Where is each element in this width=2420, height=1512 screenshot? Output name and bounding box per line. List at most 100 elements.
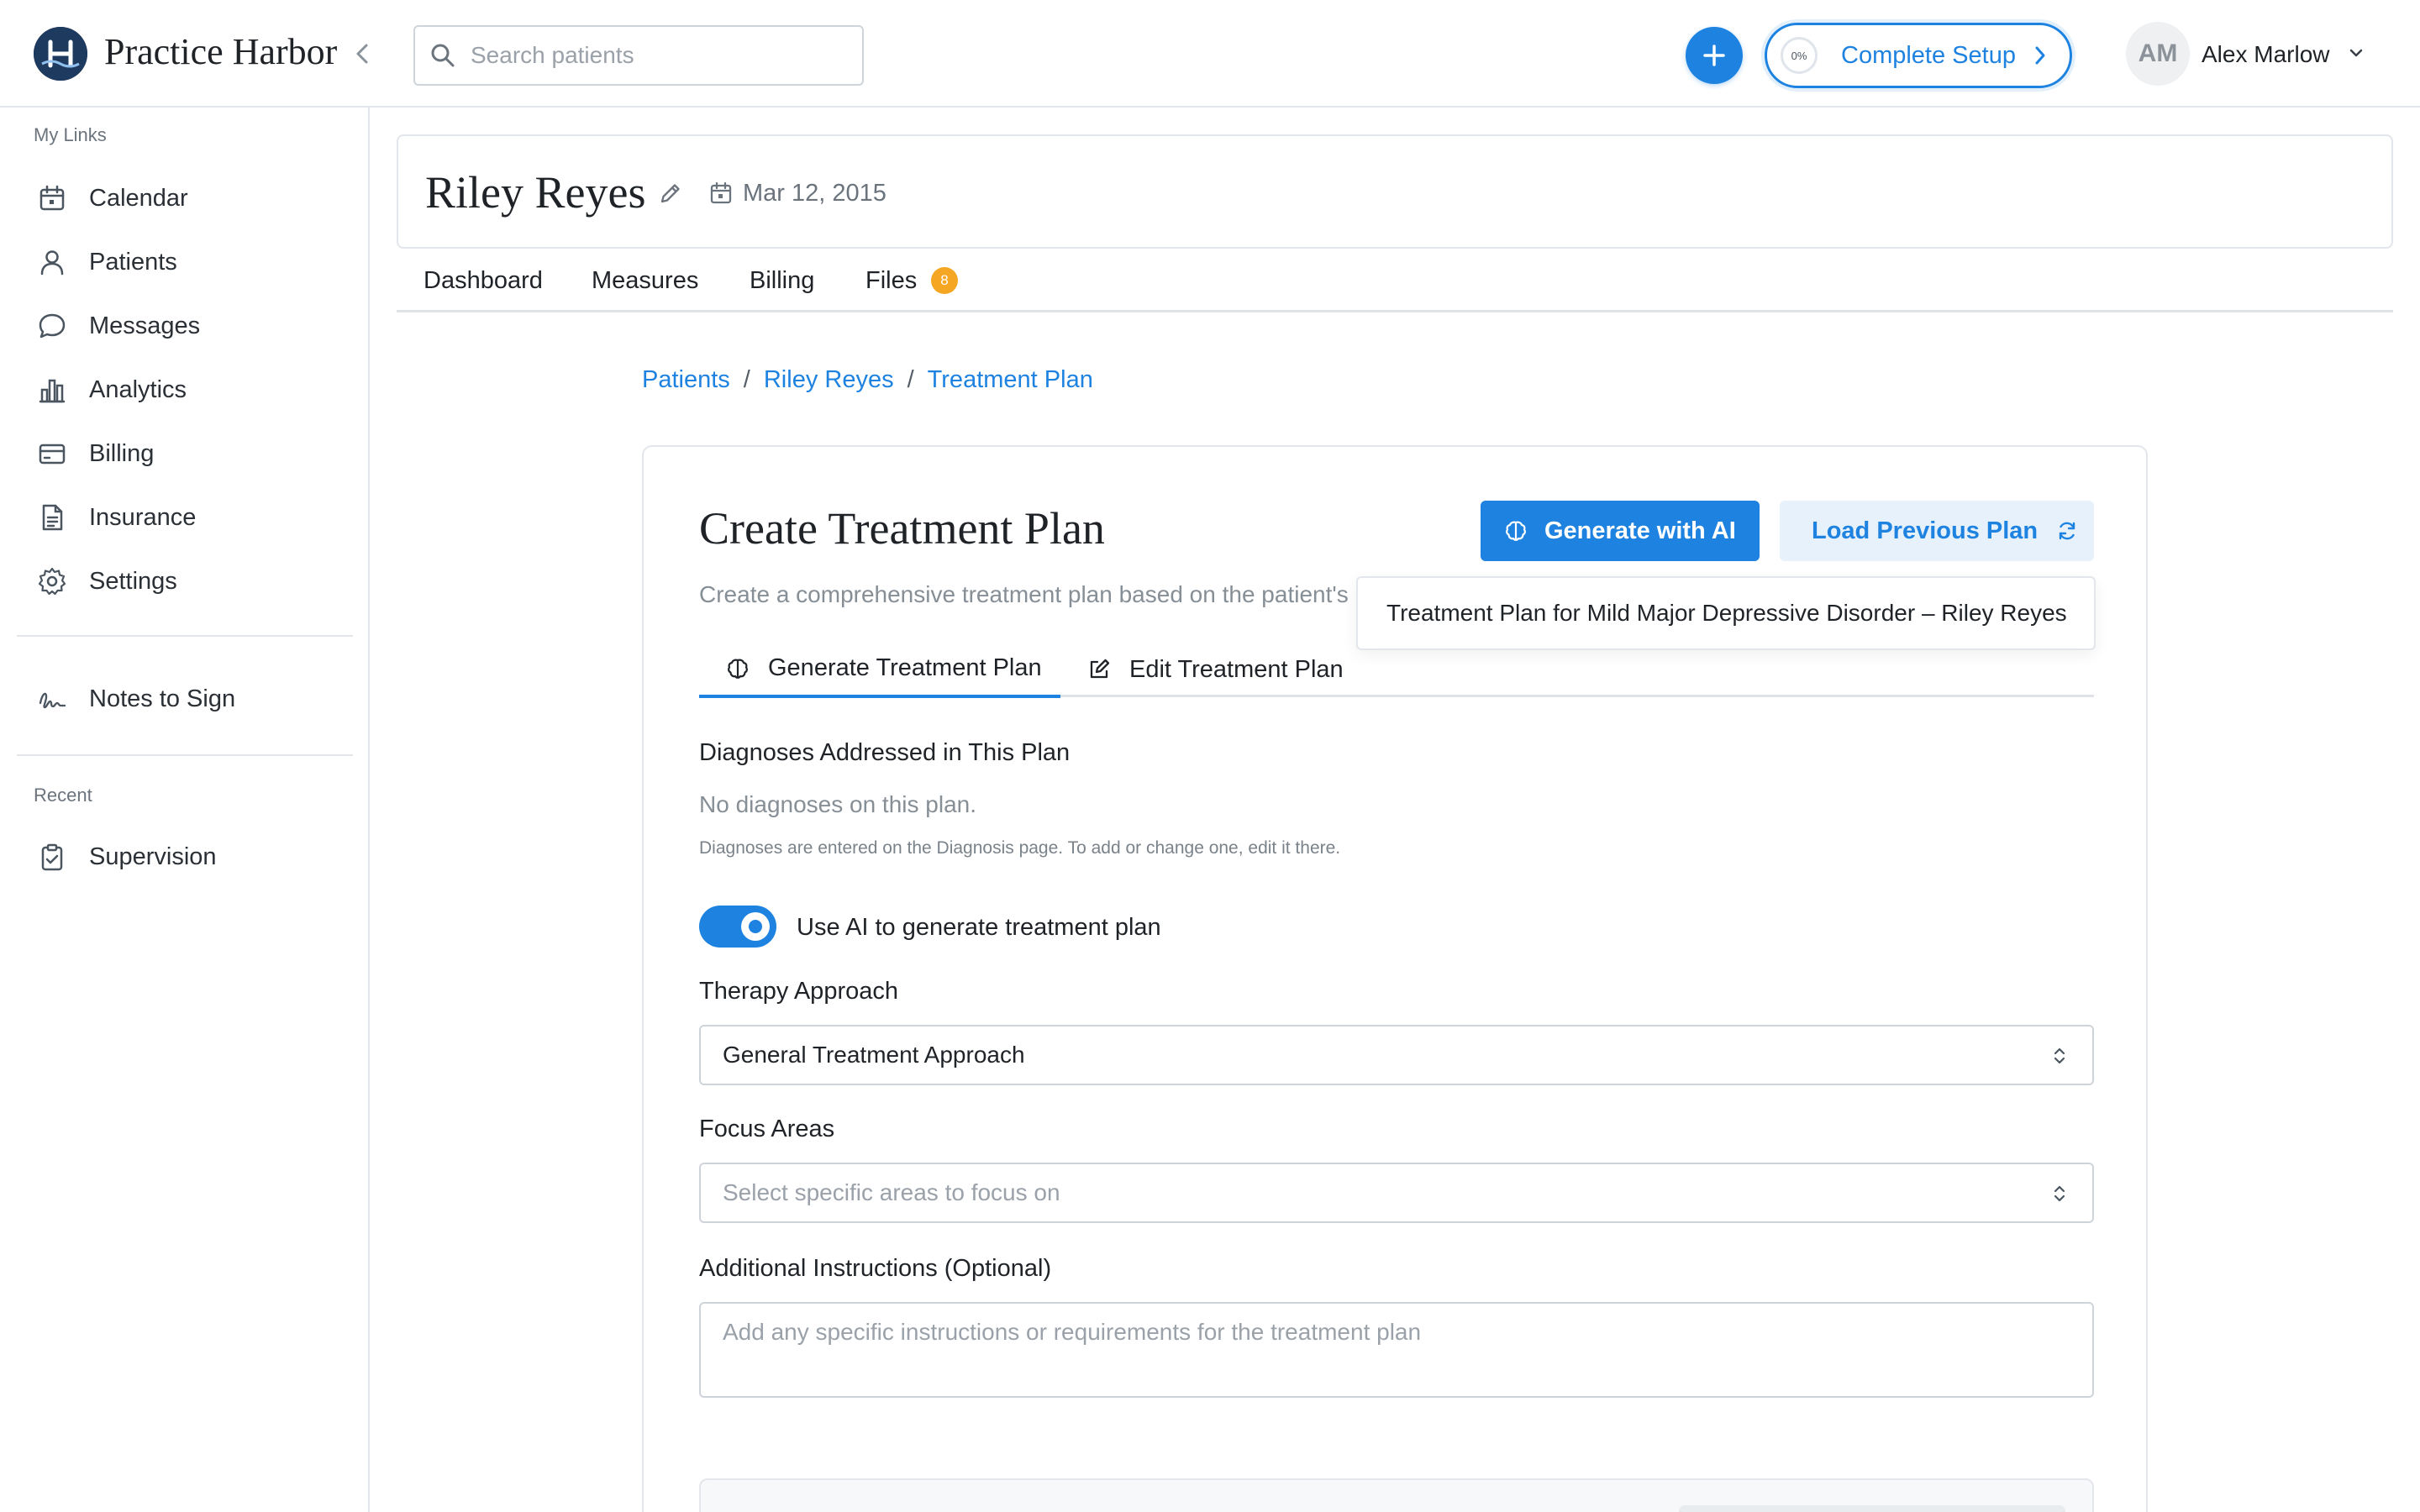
sidebar-item-billing[interactable]: Billing (17, 427, 353, 480)
sidebar-item-settings[interactable]: Settings (17, 554, 353, 608)
tab-measures[interactable]: Measures (592, 267, 698, 295)
sidebar-item-notes-to-sign[interactable]: Notes to Sign (17, 672, 353, 726)
therapy-approach-select[interactable]: General Treatment Approach (699, 1025, 2094, 1085)
clipboard-check-icon (37, 842, 67, 872)
plus-icon (1703, 45, 1725, 66)
document-icon (37, 502, 67, 533)
calendar-icon (710, 181, 732, 204)
therapy-approach-value: General Treatment Approach (723, 1042, 1025, 1068)
user-avatar[interactable]: AM (2126, 22, 2190, 86)
gear-icon (37, 566, 67, 596)
brain-icon (1506, 521, 1526, 541)
sidebar-item-label: Settings (89, 567, 177, 595)
treatment-plan-card: Create Treatment Plan Create a comprehen… (642, 445, 2148, 1512)
sidebar-item-label: Insurance (89, 503, 197, 531)
use-ai-toggle[interactable] (699, 906, 776, 948)
tab-generate-treatment-plan[interactable]: Generate Treatment Plan (699, 642, 1060, 698)
load-previous-plan-label: Load Previous Plan (1812, 517, 2039, 544)
sidebar-item-label: Billing (89, 439, 155, 467)
user-name[interactable]: Alex Marlow (2202, 41, 2329, 68)
breadcrumb-separator: / (907, 366, 914, 393)
sidebar-item-supervision[interactable]: Supervision (17, 830, 353, 884)
chevron-down-icon[interactable] (2348, 47, 2365, 59)
plan-title: Create Treatment Plan (699, 503, 1105, 554)
generate-with-ai-button[interactable]: Generate with AI (1481, 501, 1760, 561)
sidebar-item-calendar[interactable]: Calendar (17, 171, 353, 225)
edit-square-icon (1090, 659, 1110, 679)
refresh-icon (2059, 522, 2075, 540)
generate-with-ai-label: Generate with AI (1544, 517, 1736, 544)
patient-search (413, 25, 864, 86)
load-previous-plan-button[interactable]: Load Previous Plan (1780, 501, 2094, 561)
search-input[interactable] (471, 42, 840, 69)
sidebar-item-label: Calendar (89, 184, 188, 212)
tab-billing[interactable]: Billing (750, 267, 814, 295)
toggle-knob (741, 912, 770, 941)
patient-dob: Mar 12, 2015 (743, 180, 886, 207)
signature-icon (37, 684, 67, 714)
sidebar-item-label: Notes to Sign (89, 685, 236, 712)
loading-bar (1679, 1505, 2065, 1512)
bar-chart-icon (37, 375, 67, 405)
sidebar-item-label: Patients (89, 248, 177, 276)
my-links-label: My Links (34, 124, 107, 145)
plan-subtitle: Create a comprehensive treatment plan ba… (699, 581, 1349, 607)
plan-output-panel (699, 1478, 2094, 1512)
previous-plan-option[interactable]: Treatment Plan for Mild Major Depressive… (1356, 576, 2096, 650)
tab-label: Edit Treatment Plan (1129, 655, 1344, 683)
top-bar: Practice Harbor 0% Complete Setup AM Ale… (0, 0, 2420, 108)
select-arrows-icon (2054, 1185, 2065, 1202)
breadcrumb-patient[interactable]: Riley Reyes (764, 366, 894, 393)
tab-label: Generate Treatment Plan (768, 654, 1042, 681)
patient-name: Riley Reyes (425, 167, 646, 218)
breadcrumb: Patients / Riley Reyes / Treatment Plan (642, 366, 1093, 394)
sidebar-item-analytics[interactable]: Analytics (17, 363, 353, 417)
therapy-approach-label: Therapy Approach (699, 978, 898, 1005)
additional-instructions-label: Additional Instructions (Optional) (699, 1255, 1052, 1282)
brain-icon (728, 659, 748, 679)
breadcrumb-treatment-plan[interactable]: Treatment Plan (928, 366, 1093, 393)
collapse-sidebar-button[interactable] (350, 37, 375, 71)
breadcrumb-separator: / (743, 366, 750, 393)
files-count-badge: 8 (931, 267, 958, 294)
sidebar-item-label: Supervision (89, 843, 217, 870)
additional-instructions-textarea[interactable] (699, 1302, 2094, 1398)
diagnoses-label: Diagnoses Addressed in This Plan (699, 739, 1071, 766)
diagnoses-hint: Diagnoses are entered on the Diagnosis p… (699, 838, 1341, 858)
tab-dashboard[interactable]: Dashboard (424, 267, 543, 295)
setup-progress-ring: 0% (1781, 37, 1818, 74)
tab-edit-treatment-plan[interactable]: Edit Treatment Plan (1087, 642, 1344, 697)
sidebar-divider (17, 754, 353, 756)
add-new-button[interactable] (1686, 27, 1743, 84)
sidebar-item-label: Analytics (89, 375, 187, 403)
focus-areas-select[interactable]: Select specific areas to focus on (699, 1163, 2094, 1223)
sidebar-item-messages[interactable]: Messages (17, 299, 353, 353)
sidebar-item-insurance[interactable]: Insurance (17, 491, 353, 544)
chat-bubble-icon (37, 311, 67, 341)
sidebar-item-patients[interactable]: Patients (17, 235, 353, 289)
tab-files[interactable]: Files (865, 267, 917, 295)
calendar-icon (37, 183, 67, 213)
focus-areas-placeholder: Select specific areas to focus on (723, 1179, 1060, 1205)
chevron-right-icon (2035, 46, 2045, 65)
credit-card-icon (37, 438, 67, 469)
use-ai-label: Use AI to generate treatment plan (797, 914, 1161, 941)
practice-harbor-logo[interactable] (34, 27, 87, 81)
setup-label: Complete Setup (1841, 41, 2016, 69)
breadcrumb-patients[interactable]: Patients (642, 366, 730, 393)
complete-setup-button[interactable]: 0% Complete Setup (1765, 23, 2072, 88)
patient-header-card: Riley Reyes Mar 12, 2015 (397, 134, 2393, 249)
diagnoses-empty-text: No diagnoses on this plan. (699, 791, 976, 817)
focus-areas-label: Focus Areas (699, 1116, 835, 1142)
brand-name: Practice Harbor (104, 31, 338, 72)
person-icon (37, 247, 67, 277)
select-arrows-icon (2054, 1047, 2065, 1064)
sidebar: My Links Calendar Patients Messages Anal… (0, 108, 370, 1512)
sidebar-item-label: Messages (89, 312, 201, 339)
patient-tabs: Dashboard Measures Billing Files (397, 252, 2393, 312)
search-icon (431, 44, 455, 67)
pencil-icon[interactable] (659, 181, 682, 205)
recent-label: Recent (34, 785, 92, 806)
chevron-left-icon (356, 44, 368, 64)
sidebar-divider (17, 635, 353, 637)
